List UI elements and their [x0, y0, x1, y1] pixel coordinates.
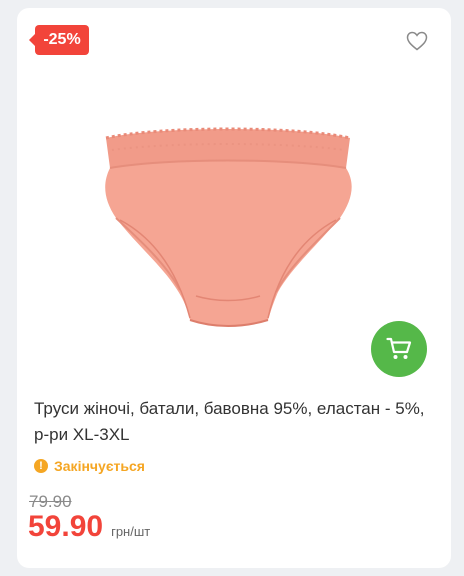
add-to-cart-button[interactable]	[371, 321, 427, 377]
discount-badge: -25%	[29, 25, 89, 55]
stock-status: ! Закінчується	[34, 457, 145, 475]
product-card[interactable]: -25% Труси жіночі, батали, бавовна 95%, …	[17, 8, 451, 568]
exclamation-icon: !	[34, 459, 48, 473]
current-price: 59.90	[28, 510, 104, 543]
product-title[interactable]: Труси жіночі, батали, бавовна 95%, еласт…	[34, 396, 434, 448]
stock-status-label: Закінчується	[54, 458, 145, 474]
old-price: 79.90	[29, 492, 72, 511]
product-image[interactable]	[100, 120, 356, 332]
heart-outline-icon[interactable]	[406, 31, 428, 51]
cart-icon	[386, 337, 412, 359]
price-unit: грн/шт	[111, 524, 151, 539]
price-row: 59.90 грн/шт	[28, 510, 150, 544]
